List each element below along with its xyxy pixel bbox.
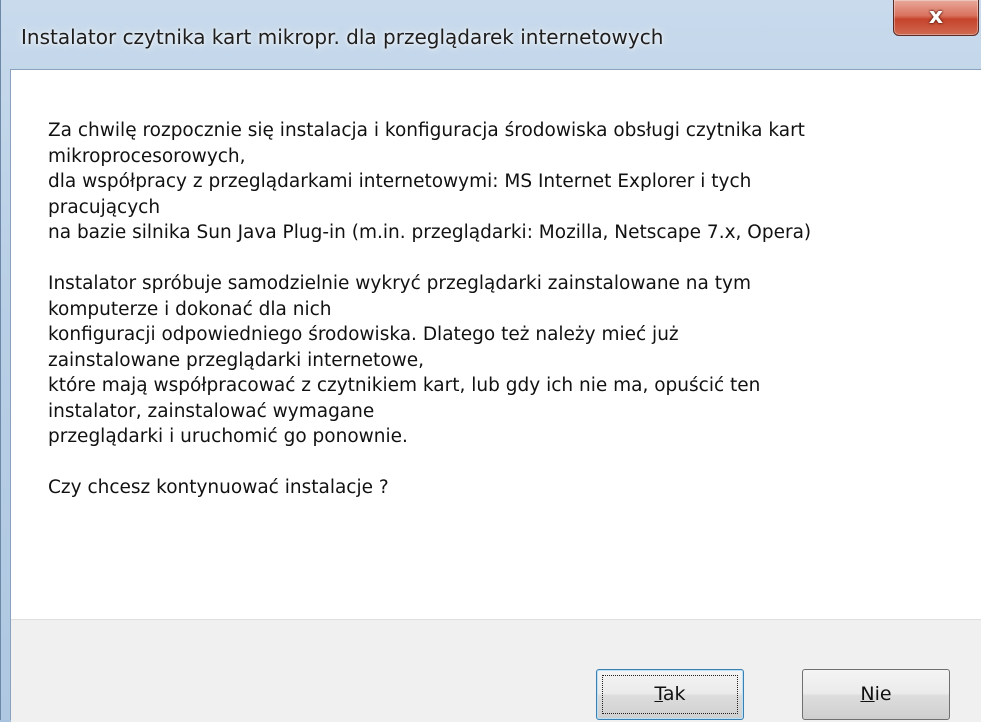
message-line: mikroprocesorowych, bbox=[48, 145, 246, 167]
message-line: komputerze i dokonać dla nich bbox=[48, 298, 332, 320]
message-line: dla współpracy z przeglądarkami internet… bbox=[48, 171, 752, 192]
button-bar: Tak Nie bbox=[11, 619, 981, 722]
window-title: Instalator czytnika kart mikropr. dla pr… bbox=[21, 25, 664, 49]
no-button[interactable]: Nie bbox=[802, 669, 950, 720]
no-button-label: Nie bbox=[860, 683, 891, 705]
question-text: Czy chcesz kontynuować instalacje ? bbox=[48, 477, 389, 498]
dialog-window: Instalator czytnika kart mikropr. dla pr… bbox=[0, 0, 981, 722]
yes-button[interactable]: Tak bbox=[596, 669, 744, 720]
message-line: konfiguracji odpowiedniego środowiska. D… bbox=[48, 324, 679, 345]
message-line: Instalator spróbuje samodzielnie wykryć … bbox=[48, 273, 751, 294]
close-icon: x bbox=[928, 4, 944, 29]
message-line: które mają współpracować z czytnikiem ka… bbox=[48, 375, 761, 396]
message-line: przeglądarki i uruchomić go ponownie. bbox=[48, 426, 408, 447]
content-pane: Za chwilę rozpocznie się instalacja i ko… bbox=[10, 69, 981, 722]
no-label-rest: ie bbox=[874, 683, 892, 705]
message-line: zainstalowane przeglądarki internetowe, bbox=[48, 349, 424, 371]
message-line: Za chwilę rozpocznie się instalacja i ko… bbox=[48, 120, 805, 141]
message-line: pracujących bbox=[48, 196, 161, 218]
no-mnemonic: N bbox=[860, 683, 875, 705]
close-button[interactable]: x bbox=[893, 0, 979, 36]
yes-button-label: Tak bbox=[654, 683, 685, 705]
message-line: instalator, zainstalować wymagane bbox=[48, 400, 375, 422]
title-bar[interactable]: Instalator czytnika kart mikropr. dla pr… bbox=[1, 0, 981, 68]
yes-label-rest: ak bbox=[662, 683, 686, 705]
yes-mnemonic: T bbox=[654, 683, 663, 705]
message-line: na bazie silnika Sun Java Plug-in (m.in.… bbox=[48, 222, 812, 243]
message-text: Za chwilę rozpocznie się instalacja i ko… bbox=[48, 118, 948, 501]
